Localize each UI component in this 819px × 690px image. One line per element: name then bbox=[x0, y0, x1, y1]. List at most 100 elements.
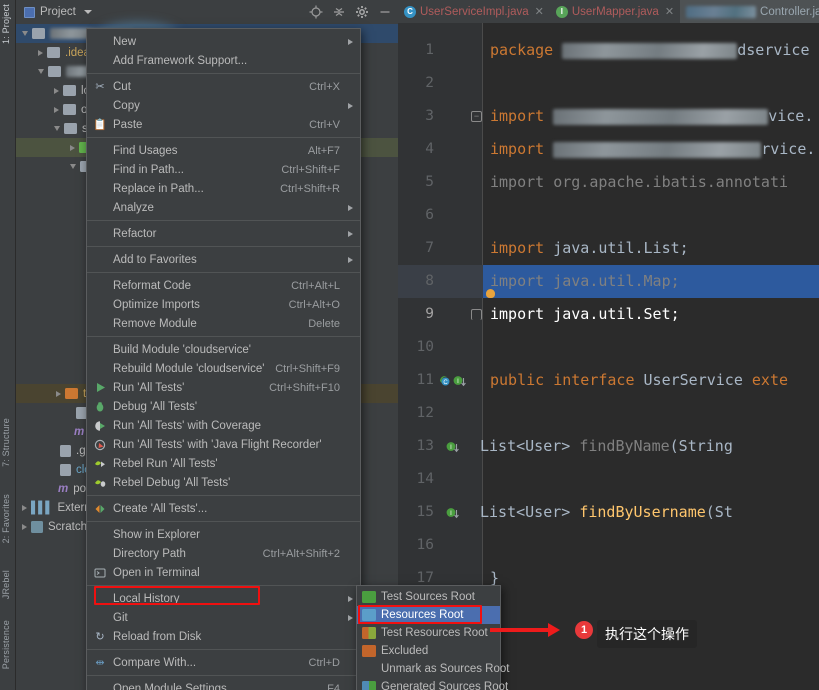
intention-bulb-icon[interactable] bbox=[486, 289, 495, 298]
editor-tab-userserviceimpl[interactable]: C UserServiceImpl.java ✕ bbox=[398, 0, 550, 23]
menu-item-paste[interactable]: 📋 Paste Ctrl+V bbox=[87, 115, 360, 134]
menu-item-find-usages[interactable]: Find Usages Alt+F7 bbox=[87, 141, 360, 160]
submenu-item-test-sources-root[interactable]: Test Sources Root bbox=[357, 588, 500, 606]
mark-directory-as-submenu[interactable]: Test Sources Root Resources Root Test Re… bbox=[356, 585, 509, 690]
menu-label: Reformat Code bbox=[113, 279, 191, 292]
menu-shortcut: Ctrl+Shift+F bbox=[281, 163, 340, 176]
menu-item-cut[interactable]: ✂ Cut Ctrl+X bbox=[87, 77, 360, 96]
menu-item-find-in-path[interactable]: Find in Path... Ctrl+Shift+F bbox=[87, 160, 360, 179]
compare-icon: ⇹ bbox=[95, 657, 105, 669]
submenu-item-resources-root[interactable]: Resources Root bbox=[357, 606, 500, 624]
menu-item-local-history[interactable]: Local History bbox=[87, 589, 360, 608]
menu-shortcut: Ctrl+Shift+F10 bbox=[269, 381, 340, 394]
close-icon[interactable]: ✕ bbox=[535, 5, 544, 18]
chevron-right-icon[interactable] bbox=[22, 504, 27, 511]
tool-tab-structure[interactable]: 7: Structure bbox=[1, 418, 15, 467]
chevron-right-icon[interactable] bbox=[56, 390, 61, 397]
tool-tab-persistence[interactable]: Persistence bbox=[1, 620, 15, 669]
submenu-item-test-resources-root[interactable]: Test Resources Root bbox=[357, 624, 500, 642]
debug-icon bbox=[93, 400, 107, 414]
project-title-group[interactable]: Project bbox=[24, 6, 92, 18]
menu-item-remove-module[interactable]: Remove Module Delete bbox=[87, 314, 360, 333]
menu-item-rebel-debug[interactable]: Rebel Debug 'All Tests' bbox=[87, 473, 360, 492]
menu-item-replace-in-path[interactable]: Replace in Path... Ctrl+Shift+R bbox=[87, 179, 360, 198]
menu-separator bbox=[87, 521, 360, 522]
menu-item-run-with-jfr[interactable]: Run 'All Tests' with 'Java Flight Record… bbox=[87, 435, 360, 454]
menu-item-rebel-run[interactable]: Rebel Run 'All Tests' bbox=[87, 454, 360, 473]
submenu-item-generated-sources-root[interactable]: Generated Sources Root bbox=[357, 678, 508, 690]
chevron-down-icon[interactable] bbox=[70, 164, 76, 169]
menu-item-open-in-terminal[interactable]: Open in Terminal bbox=[87, 563, 360, 582]
menu-shortcut: Ctrl+Alt+L bbox=[291, 279, 340, 292]
chevron-right-icon[interactable] bbox=[54, 87, 59, 94]
menu-label: Compare With... bbox=[113, 656, 197, 669]
submenu-item-excluded[interactable]: Excluded bbox=[357, 642, 500, 660]
menu-item-add-framework-support[interactable]: Add Framework Support... bbox=[87, 51, 360, 70]
tool-tab-favorites[interactable]: 2: Favorites bbox=[1, 494, 15, 543]
menu-item-new[interactable]: New bbox=[87, 32, 360, 51]
menu-item-git[interactable]: Git bbox=[87, 608, 360, 627]
implemented-interface-icon[interactable]: I bbox=[445, 440, 459, 453]
editor-tab-usermapper[interactable]: I UserMapper.java ✕ bbox=[550, 0, 680, 23]
menu-item-compare-with[interactable]: ⇹ Compare With... Ctrl+D bbox=[87, 653, 360, 672]
submenu-item-unmark-as-sources-root[interactable]: Unmark as Sources Root bbox=[357, 660, 509, 678]
minimize-icon[interactable] bbox=[378, 5, 392, 19]
chevron-right-icon[interactable] bbox=[70, 144, 75, 151]
fold-collapse-icon[interactable]: − bbox=[471, 111, 482, 122]
menu-item-add-to-favorites[interactable]: Add to Favorites bbox=[87, 250, 360, 269]
menu-item-debug-all-tests[interactable]: Debug 'All Tests' bbox=[87, 397, 360, 416]
implemented-interface-icon[interactable]: I bbox=[452, 374, 466, 387]
menu-item-open-module-settings[interactable]: Open Module Settings F4 bbox=[87, 679, 360, 690]
chevron-right-icon[interactable] bbox=[22, 523, 27, 530]
menu-shortcut: Ctrl+V bbox=[309, 118, 340, 131]
menu-item-rebuild-module[interactable]: Rebuild Module 'cloudservice' Ctrl+Shift… bbox=[87, 359, 360, 378]
project-header-actions bbox=[309, 0, 392, 24]
menu-item-run-all-tests[interactable]: Run 'All Tests' Ctrl+Shift+F10 bbox=[87, 378, 360, 397]
context-menu[interactable]: New Add Framework Support... ✂ Cut Ctrl+… bbox=[86, 28, 361, 690]
locate-icon[interactable] bbox=[309, 5, 323, 19]
tab-label: UserServiceImpl.java bbox=[420, 5, 529, 18]
chevron-right-icon[interactable] bbox=[38, 49, 43, 56]
menu-item-reload-from-disk[interactable]: ↻ Reload from Disk bbox=[87, 627, 360, 646]
editor-tab-controller[interactable]: Controller.java ✕ bbox=[680, 0, 819, 23]
chevron-down-icon[interactable] bbox=[54, 126, 60, 131]
menu-item-analyze[interactable]: Analyze bbox=[87, 198, 360, 217]
close-icon[interactable]: ✕ bbox=[665, 5, 674, 18]
chevron-down-icon[interactable] bbox=[38, 69, 44, 74]
menu-item-refactor[interactable]: Refactor bbox=[87, 224, 360, 243]
tool-tab-jrebel[interactable]: JRebel bbox=[1, 570, 15, 599]
gear-icon[interactable] bbox=[355, 5, 369, 19]
chevron-down-icon[interactable] bbox=[22, 31, 28, 36]
code-line-14: 14 bbox=[398, 463, 819, 496]
module-icon bbox=[32, 28, 45, 39]
menu-item-copy[interactable]: Copy bbox=[87, 96, 360, 115]
implemented-interface-icon[interactable]: I bbox=[445, 506, 459, 519]
code-line-9: 9 import java.util.Set; bbox=[398, 298, 819, 331]
menu-item-create-all-tests[interactable]: Create 'All Tests'... bbox=[87, 499, 360, 518]
chevron-right-icon[interactable] bbox=[54, 106, 59, 113]
menu-item-show-in-explorer[interactable]: Show in Explorer bbox=[87, 525, 360, 544]
collapse-all-icon[interactable] bbox=[332, 5, 346, 19]
menu-separator bbox=[87, 137, 360, 138]
menu-label: Rebel Run 'All Tests' bbox=[113, 457, 218, 470]
menu-label: Cut bbox=[113, 80, 131, 93]
fold-end-icon[interactable] bbox=[471, 309, 482, 320]
menu-item-build-module[interactable]: Build Module 'cloudservice' bbox=[87, 340, 360, 359]
code-keyword: import bbox=[490, 140, 554, 158]
profiler-icon bbox=[93, 438, 107, 452]
menu-label: Debug 'All Tests' bbox=[113, 400, 198, 413]
code-line-3: 3 − import vice. bbox=[398, 100, 819, 133]
menu-shortcut: F4 bbox=[327, 682, 340, 690]
implemented-class-icon[interactable]: C bbox=[438, 374, 451, 387]
chevron-down-icon[interactable] bbox=[83, 10, 92, 14]
menu-item-optimize-imports[interactable]: Optimize Imports Ctrl+Alt+O bbox=[87, 295, 360, 314]
code-method: findByName bbox=[579, 437, 670, 455]
submenu-label: Unmark as Sources Root bbox=[381, 663, 510, 675]
menu-item-run-with-coverage[interactable]: Run 'All Tests' with Coverage bbox=[87, 416, 360, 435]
menu-item-reformat-code[interactable]: Reformat Code Ctrl+Alt+L bbox=[87, 276, 360, 295]
menu-item-directory-path[interactable]: Directory Path Ctrl+Alt+Shift+2 bbox=[87, 544, 360, 563]
folder-icon bbox=[47, 47, 60, 58]
tool-tab-project[interactable]: 1: Project bbox=[1, 4, 15, 44]
code-keyword: package bbox=[490, 41, 563, 59]
submenu-arrow-icon bbox=[348, 256, 353, 263]
